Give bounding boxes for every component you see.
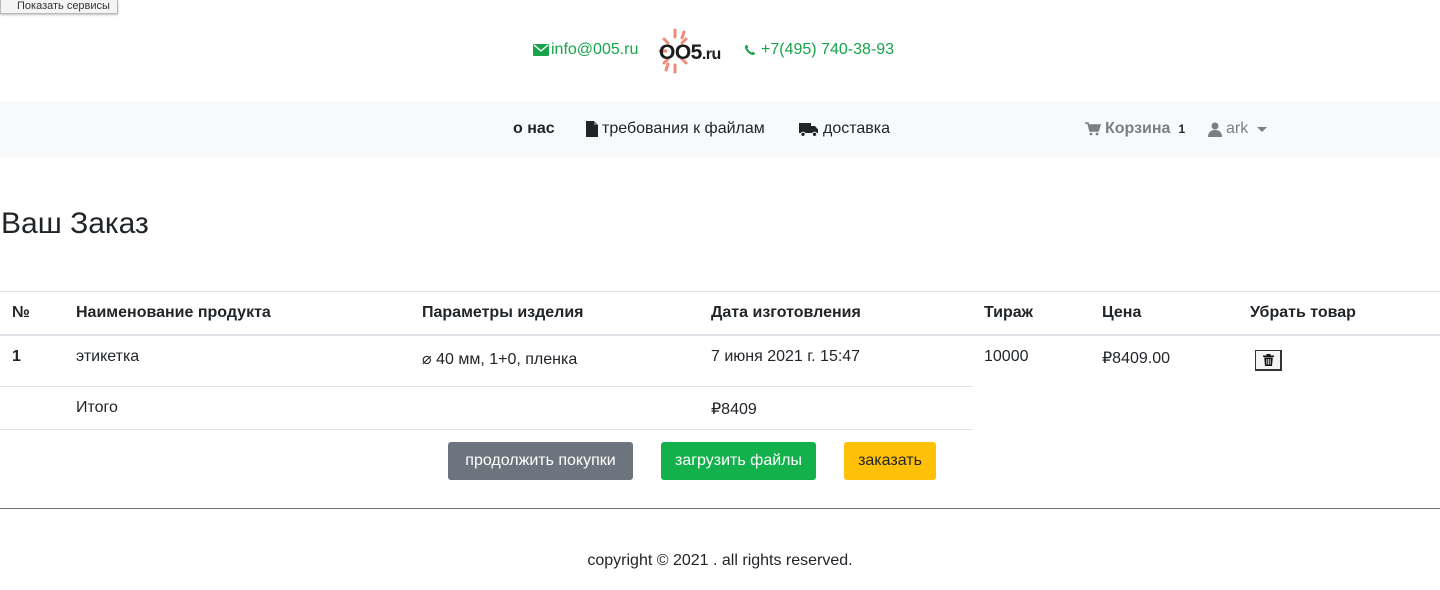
row-number: 1: [12, 348, 21, 365]
trash-icon: [1262, 354, 1274, 366]
total-row-divider: [0, 429, 972, 430]
envelope-icon: [533, 44, 549, 56]
site-logo[interactable]: OO5.ru: [657, 28, 731, 74]
table-top-border: [0, 291, 1440, 292]
col-header-params: Параметры изделия: [422, 304, 584, 321]
place-order-button[interactable]: заказать: [844, 442, 936, 480]
row-product: этикетка: [76, 348, 140, 365]
col-header-quantity: Тираж: [984, 304, 1034, 321]
footer-divider: [0, 508, 1440, 509]
nav-delivery-label: доставка: [823, 120, 891, 137]
remove-item-button[interactable]: [1255, 350, 1282, 371]
nav-file-requirements[interactable]: требования к файлам: [586, 120, 765, 138]
nav-about[interactable]: о нас: [513, 120, 555, 138]
chevron-down-icon: [1257, 126, 1268, 132]
nav-cart-label: Корзина: [1105, 120, 1171, 137]
email-text: info@005.ru: [551, 41, 639, 58]
logo-text: OO5.ru: [659, 41, 721, 65]
col-header-product: Наименование продукта: [76, 304, 271, 321]
contact-header: info@005.ru OO5.ru +7(495) 740-38-93: [0, 28, 1440, 74]
user-name: ark: [1226, 120, 1249, 137]
continue-shopping-button[interactable]: продолжить покупки: [448, 442, 633, 480]
col-header-date: Дата изготовления: [711, 304, 861, 321]
nav-file-requirements-label: требования к файлам: [602, 120, 765, 137]
table-header-divider: [0, 334, 1440, 336]
col-header-price: Цена: [1102, 304, 1142, 321]
truck-icon: [799, 122, 818, 137]
cart-count-badge: 1: [1178, 122, 1186, 136]
row-date: 7 июня 2021 г. 15:47: [711, 348, 861, 365]
logo-main: OO5: [659, 41, 702, 64]
user-menu-dropdown[interactable]: ark: [1208, 120, 1268, 138]
phone-icon: [744, 44, 756, 56]
user-icon: [1208, 122, 1222, 137]
cart-icon: [1085, 122, 1101, 136]
page-title: Ваш Заказ: [1, 207, 149, 240]
col-header-remove: Убрать товар: [1250, 304, 1356, 321]
nav-delivery[interactable]: доставка: [799, 120, 890, 138]
footer-copyright: copyright © 2021 . all rights reserved.: [587, 552, 853, 569]
row-params: ⌀ 40 мм, 1+0, пленка: [422, 351, 578, 368]
file-icon: [586, 121, 598, 137]
row-price: ₽8409.00: [1102, 350, 1171, 367]
row-divider: [0, 386, 972, 387]
row-quantity: 10000: [984, 348, 1029, 365]
total-label: Итого: [76, 399, 118, 416]
upload-files-button[interactable]: загрузить файлы: [661, 442, 816, 480]
show-services-tooltip: Показать сервисы: [0, 0, 118, 14]
logo-suffix: .ru: [701, 46, 721, 63]
phone-link[interactable]: +7(495) 740-38-93: [744, 41, 894, 59]
col-header-number: №: [12, 304, 30, 321]
nav-cart[interactable]: Корзина 1: [1085, 120, 1185, 138]
email-link[interactable]: info@005.ru: [533, 41, 638, 59]
main-navbar: о нас требования к файлам доставка Корзи…: [0, 101, 1440, 157]
total-value: ₽8409: [711, 401, 757, 418]
phone-text: +7(495) 740-38-93: [761, 41, 894, 58]
